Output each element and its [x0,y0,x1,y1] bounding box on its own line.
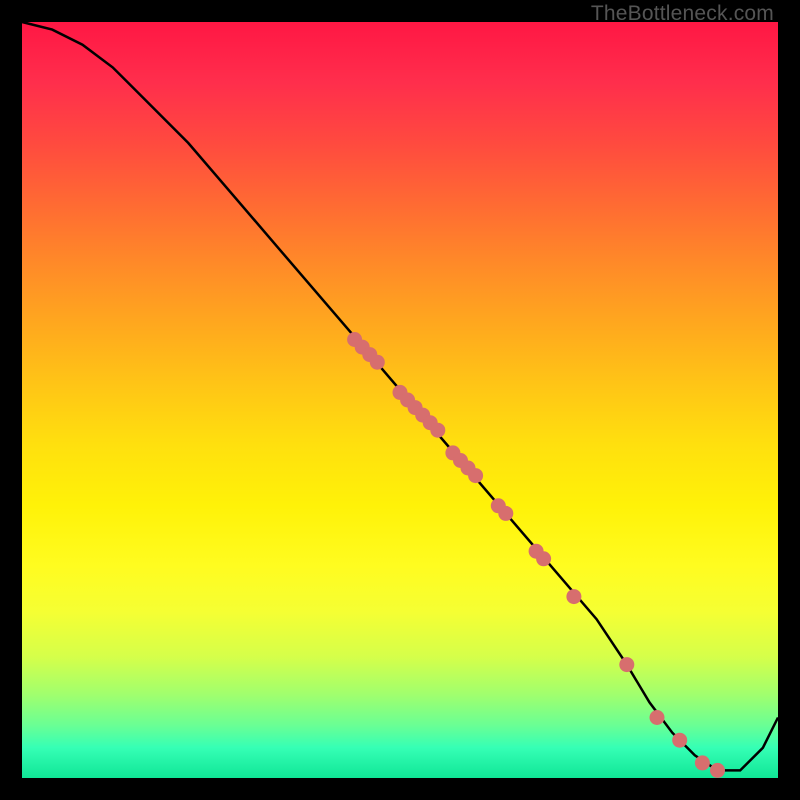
data-marker [430,423,445,438]
data-marker [468,468,483,483]
data-marker [619,657,634,672]
data-marker [498,506,513,521]
data-marker [650,710,665,725]
chart-svg [22,22,778,778]
data-markers [347,332,725,778]
watermark-text: TheBottleneck.com [591,2,774,26]
data-marker [566,589,581,604]
data-marker [710,763,725,778]
data-marker [370,355,385,370]
data-marker [695,755,710,770]
data-marker [672,733,687,748]
data-marker [536,551,551,566]
chart-plot-area [22,22,778,778]
